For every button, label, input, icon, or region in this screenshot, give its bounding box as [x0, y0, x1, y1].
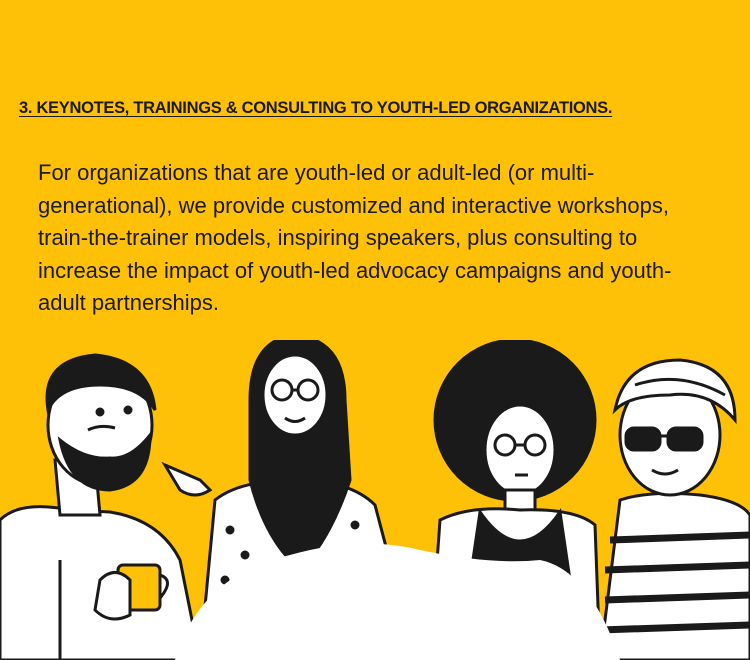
people-illustration [0, 340, 750, 660]
bearded-man-figure [0, 353, 202, 660]
section-body: For organizations that are youth-led or … [38, 160, 672, 315]
turban-person-figure [598, 358, 750, 660]
section-heading: 3. KEYNOTES, TRAININGS & CONSULTING TO Y… [19, 99, 613, 117]
